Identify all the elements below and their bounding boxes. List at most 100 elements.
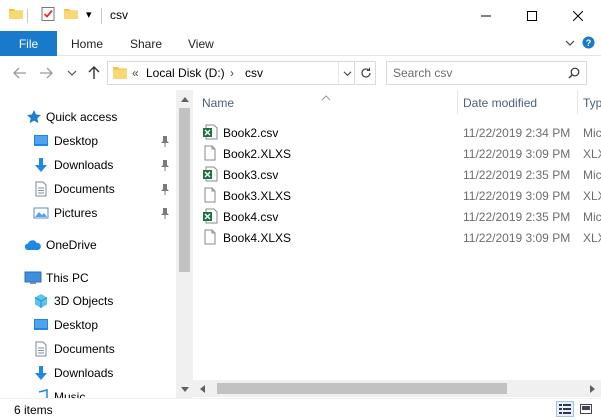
item-count: 6 items [14, 403, 53, 417]
sidebar-item-3d-objects[interactable]: 3D Objects [0, 290, 176, 312]
sidebar-item-label: This PC [46, 271, 89, 285]
sidebar-item-downloads[interactable]: Downloads [0, 154, 176, 176]
excel-file-icon [202, 208, 218, 227]
pin-icon[interactable] [160, 183, 170, 198]
file-date-modified: 11/22/2019 3:09 PM [463, 147, 571, 161]
sidebar-item-pictures[interactable]: Pictures [0, 202, 176, 224]
breadcrumb-separator[interactable]: › [230, 66, 234, 80]
address-bar[interactable]: « Local Disk (D:) › csv [107, 61, 355, 85]
navigation-pane-scrollbar[interactable] [176, 90, 193, 398]
large-icons-view-button[interactable] [577, 401, 595, 417]
chevron-down-icon [180, 386, 189, 392]
column-header-name[interactable]: Name [193, 90, 457, 114]
svg-text:?: ? [586, 38, 592, 48]
search-box[interactable] [386, 61, 587, 85]
table-row[interactable]: Book4.XLXS 11/22/2019 3:09 PM XLXS File [193, 227, 601, 248]
table-row[interactable]: Book4.csv 11/22/2019 2:35 PM Microsoft Exc… [193, 206, 601, 227]
tab-view[interactable]: View [188, 31, 214, 56]
sidebar-item-this-pc[interactable]: This PC [0, 267, 176, 289]
pin-icon[interactable] [160, 207, 170, 222]
details-view-icon [559, 404, 571, 414]
pin-icon[interactable] [160, 159, 170, 174]
scroll-right-button[interactable] [584, 380, 601, 397]
sidebar-item-label: Quick access [46, 110, 118, 124]
file-type: XLXS File [583, 147, 601, 161]
sidebar-item-music[interactable]: Music [0, 386, 176, 398]
desktop-icon [33, 317, 49, 336]
sidebar-item-pc-documents[interactable]: Documents [0, 338, 176, 360]
recent-locations-button[interactable] [62, 64, 82, 82]
table-row[interactable]: Book2.csv 11/22/2019 2:34 PM Microsoft Exc… [193, 122, 601, 143]
table-row[interactable]: Book2.XLXS 11/22/2019 3:09 PM XLXS File [193, 143, 601, 164]
properties-icon[interactable] [40, 6, 56, 25]
pin-icon[interactable] [160, 135, 170, 150]
minimize-button[interactable] [463, 0, 509, 31]
tab-file[interactable]: File [0, 31, 57, 56]
table-row[interactable]: Book3.csv 11/22/2019 2:35 PM Microsoft Exc… [193, 164, 601, 185]
refresh-button[interactable] [356, 61, 376, 85]
navigation-bar: « Local Disk (D:) › csv [0, 56, 601, 90]
forward-button[interactable] [36, 64, 56, 82]
window-title: csv [110, 8, 128, 22]
download-arrow-icon [33, 365, 49, 384]
sidebar-item-label: Pictures [54, 206, 98, 220]
breadcrumb-overflow[interactable]: « [132, 66, 139, 80]
scroll-up-button[interactable] [176, 90, 193, 107]
file-date-modified: 11/22/2019 3:09 PM [463, 231, 571, 245]
document-icon [33, 341, 49, 360]
status-bar: 6 items [0, 398, 601, 420]
back-arrow-icon [13, 67, 26, 79]
file-list: Name Date modified Type Book2.csv 11/22/2… [193, 90, 601, 380]
expand-ribbon-icon[interactable] [565, 37, 575, 51]
customize-quick-access-icon[interactable]: ▾ [86, 8, 92, 21]
title-separator [101, 8, 102, 24]
file-type: Microsoft Excel C [583, 210, 601, 224]
excel-file-icon [202, 166, 218, 185]
sidebar-item-pc-desktop[interactable]: Desktop [0, 314, 176, 336]
scroll-down-button[interactable] [176, 381, 193, 398]
file-type: Microsoft Excel C [583, 168, 601, 182]
help-icon[interactable]: ? [582, 36, 595, 52]
scrollbar-thumb[interactable] [217, 383, 507, 394]
sidebar-item-label: OneDrive [46, 238, 97, 252]
scrollbar-thumb[interactable] [179, 108, 190, 272]
file-name: Book2.csv [223, 126, 279, 140]
sidebar-item-desktop[interactable]: Desktop [0, 130, 176, 152]
sidebar-item-onedrive[interactable]: OneDrive [0, 234, 176, 256]
tab-share[interactable]: Share [130, 31, 162, 56]
close-button[interactable] [555, 0, 601, 31]
file-name: Book4.XLXS [223, 231, 292, 245]
search-input[interactable] [393, 65, 563, 81]
new-folder-icon[interactable] [63, 6, 79, 25]
sidebar-item-quick-access[interactable]: Quick access [0, 106, 176, 128]
tab-home[interactable]: Home [71, 31, 103, 56]
sidebar-item-pc-downloads[interactable]: Downloads [0, 362, 176, 384]
breadcrumb-local-disk[interactable]: Local Disk (D:) [146, 66, 225, 80]
up-arrow-icon [88, 66, 100, 79]
maximize-icon [527, 10, 537, 21]
details-view-button[interactable] [556, 401, 574, 417]
sidebar-item-label: Desktop [54, 134, 99, 148]
address-history-button[interactable] [338, 62, 355, 84]
maximize-button[interactable] [509, 0, 555, 31]
chevron-down-icon [67, 70, 77, 76]
table-row[interactable]: Book3.XLXS 11/22/2019 3:09 PM XLXS File [193, 185, 601, 206]
up-button[interactable] [84, 64, 104, 82]
file-name: Book3.csv [223, 168, 279, 182]
file-list-scrollbar[interactable] [193, 380, 601, 397]
file-date-modified: 11/22/2019 2:35 PM [463, 210, 571, 224]
sidebar-item-label: Downloads [54, 158, 114, 172]
column-header-type[interactable]: Type [578, 90, 601, 114]
desktop-icon [33, 133, 49, 152]
sidebar-item-documents[interactable]: Documents [0, 178, 176, 200]
chevron-up-icon [180, 96, 189, 102]
search-icon[interactable] [568, 67, 580, 82]
file-date-modified: 11/22/2019 2:35 PM [463, 168, 571, 182]
folder-icon[interactable] [8, 6, 24, 25]
sidebar-item-label: Desktop [54, 318, 99, 332]
file-name: Book4.csv [223, 210, 279, 224]
back-button[interactable] [10, 64, 30, 82]
breadcrumb-csv[interactable]: csv [245, 66, 263, 80]
column-header-date[interactable]: Date modified [458, 90, 577, 114]
scroll-left-button[interactable] [193, 380, 210, 397]
